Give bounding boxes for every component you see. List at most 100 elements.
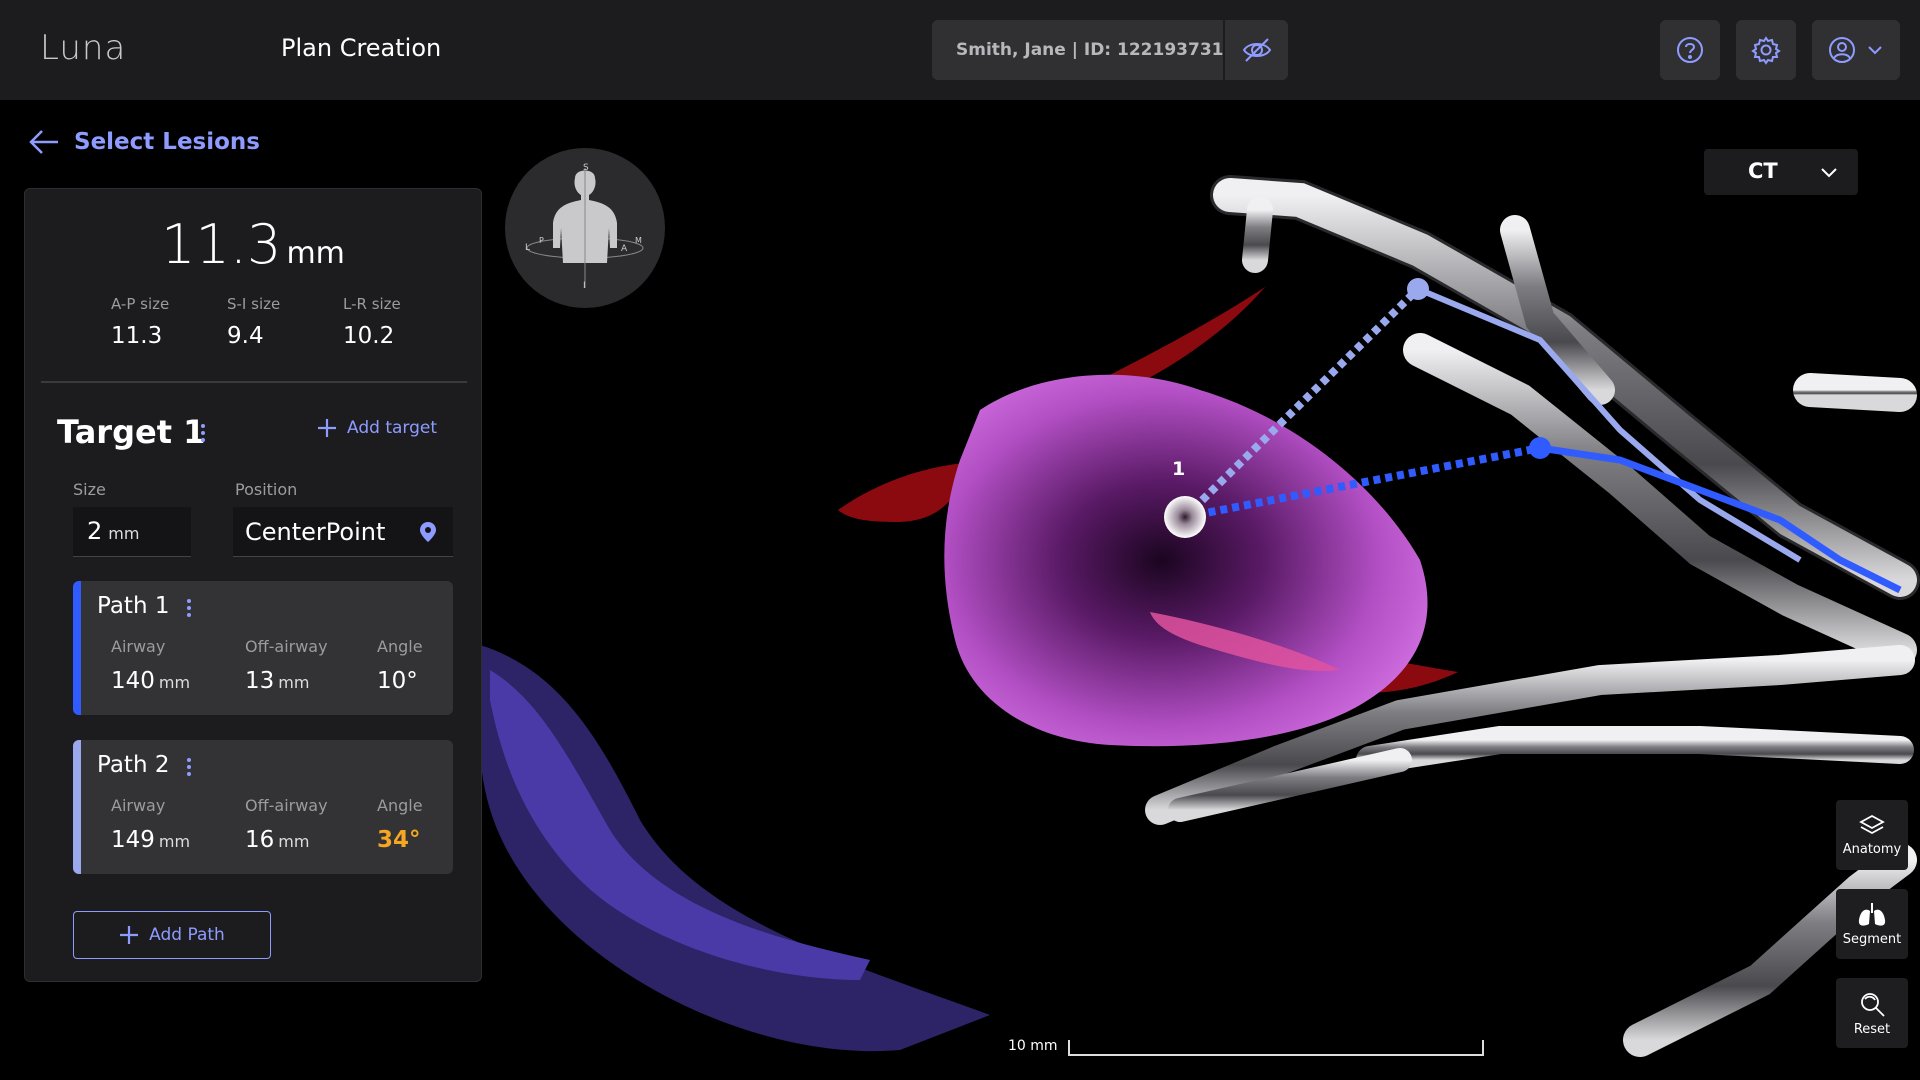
lungs-icon xyxy=(1858,902,1886,926)
settings-button[interactable] xyxy=(1736,20,1796,80)
anatomy-button[interactable]: Anatomy xyxy=(1836,800,1908,870)
app-logo: Luna xyxy=(40,28,127,68)
off-airway-value: 13 xyxy=(245,668,275,694)
reset-label: Reset xyxy=(1853,1021,1891,1037)
orient-a-label: A xyxy=(621,244,628,254)
add-path-button[interactable]: Add Path xyxy=(73,911,271,959)
lesion-panel: 11.3 mm A-P size 11.3 S-I size 9.4 L-R s… xyxy=(24,188,482,982)
segment-label: Segment xyxy=(1842,931,1902,947)
ap-size-label: A-P size xyxy=(111,295,170,313)
help-icon xyxy=(1677,37,1703,63)
si-size-label: S-I size xyxy=(227,295,281,313)
chevron-down-icon xyxy=(1821,168,1837,178)
off-airway-unit: mm xyxy=(278,832,310,851)
lesion-number-label: 1 xyxy=(1172,458,1186,480)
arrow-left-icon xyxy=(29,130,58,154)
angle-value-warning: 34° xyxy=(377,827,421,853)
target-size-unit: mm xyxy=(108,524,140,543)
size-field-label: Size xyxy=(73,480,106,499)
plus-icon xyxy=(318,419,336,437)
reset-zoom-icon xyxy=(1861,992,1885,1017)
location-pin-icon xyxy=(420,521,436,542)
airway-value: 140 xyxy=(111,668,155,694)
path-title: Path 2 xyxy=(97,752,170,778)
path-card-2[interactable]: Path 2 Airway 149 mm Off-airway 16 mm Angl… xyxy=(73,740,453,874)
gear-icon xyxy=(1751,36,1781,65)
off-airway-metric: Off-airway 16 mm xyxy=(245,796,328,853)
back-to-select-lesions[interactable]: Select Lesions xyxy=(28,128,260,156)
angle-label: Angle xyxy=(377,796,423,815)
target-size-value: 2 xyxy=(87,517,103,545)
user-menu-button[interactable] xyxy=(1812,20,1900,80)
patient-name-id: Smith, Jane | ID: 122193731 xyxy=(956,40,1224,60)
target-size-input[interactable]: 2 mm xyxy=(73,507,191,557)
anatomy-label: Anatomy xyxy=(1842,841,1902,857)
scale-label: 10 mm xyxy=(1008,1038,1058,1054)
hide-patient-button[interactable] xyxy=(1225,20,1288,80)
back-label: Select Lesions xyxy=(74,129,260,155)
airway-metric: Airway 149 mm xyxy=(111,796,190,853)
off-airway-label: Off-airway xyxy=(245,637,328,656)
path-menu-icon[interactable] xyxy=(183,758,195,776)
angle-value: 10° xyxy=(377,668,418,694)
angle-label: Angle xyxy=(377,637,423,656)
orient-p-label: P xyxy=(539,236,544,245)
user-icon xyxy=(1829,37,1855,63)
target-position-value: CenterPoint xyxy=(245,517,386,546)
segment-button[interactable]: Segment xyxy=(1836,889,1908,959)
orient-i-label: I xyxy=(583,281,586,291)
ap-size: A-P size 11.3 xyxy=(111,295,169,349)
path-color-bar xyxy=(73,740,81,874)
purple-structure xyxy=(480,645,990,1052)
airway-unit: mm xyxy=(158,832,191,851)
airway-label: Airway xyxy=(111,637,166,656)
off-airway-metric: Off-airway 13 mm xyxy=(245,637,328,694)
help-button[interactable] xyxy=(1660,20,1720,80)
target-marker[interactable] xyxy=(1164,496,1206,538)
si-size-value: 9.4 xyxy=(227,323,264,349)
reset-button[interactable]: Reset xyxy=(1836,978,1908,1048)
eye-off-icon xyxy=(1242,38,1271,62)
lr-size-value: 10.2 xyxy=(343,323,395,349)
target-menu-icon[interactable] xyxy=(197,424,209,442)
chevron-down-icon xyxy=(1868,46,1882,55)
scale-bar xyxy=(1068,1040,1484,1056)
orient-s-label: S xyxy=(583,163,589,173)
position-field-label: Position xyxy=(235,480,298,499)
off-airway-label: Off-airway xyxy=(245,796,328,815)
airway-label: Airway xyxy=(111,796,166,815)
lesion-size: 11.3 mm xyxy=(25,213,481,276)
orient-m-label: M xyxy=(635,236,642,245)
path-card-1[interactable]: Path 1 Airway 140 mm Off-airway 13 mm Angl… xyxy=(73,581,453,715)
orient-l-label: L xyxy=(525,243,530,253)
angle-metric: Angle 34° xyxy=(377,796,423,853)
path-color-bar xyxy=(73,581,81,715)
divider xyxy=(41,381,467,383)
lr-size-label: L-R size xyxy=(343,295,401,313)
patient-info: Smith, Jane | ID: 122193731 xyxy=(932,20,1288,80)
target-position-select[interactable]: CenterPoint xyxy=(233,507,453,557)
lr-size: L-R size 10.2 xyxy=(343,295,401,349)
view-mode-dropdown[interactable]: CT xyxy=(1704,149,1858,195)
lesion-mesh[interactable] xyxy=(944,374,1428,747)
add-target-label: Add target xyxy=(347,418,438,438)
view-mode-label: CT xyxy=(1748,159,1778,183)
airway-unit: mm xyxy=(158,673,191,692)
layers-icon xyxy=(1859,814,1885,834)
ap-size-value: 11.3 xyxy=(111,323,163,349)
off-airway-unit: mm xyxy=(278,673,310,692)
plus-icon xyxy=(120,926,139,944)
lesion-size-value: 11.3 xyxy=(161,213,282,276)
torso-orientation-icon: S I L P A M xyxy=(525,163,644,291)
add-target-button[interactable]: Add target xyxy=(317,418,437,438)
page-title: Plan Creation xyxy=(281,34,442,62)
lesion-size-unit: mm xyxy=(286,236,345,271)
path-menu-icon[interactable] xyxy=(183,599,195,617)
top-bar: Luna Plan Creation Smith, Jane | ID: 122… xyxy=(0,0,1920,100)
orientation-widget[interactable]: S I L P A M xyxy=(505,148,665,308)
off-airway-value: 16 xyxy=(245,827,275,853)
target-title: Target 1 xyxy=(57,413,206,451)
airway-metric: Airway 140 mm xyxy=(111,637,190,694)
si-size: S-I size 9.4 xyxy=(227,295,280,349)
add-path-label: Add Path xyxy=(149,925,225,945)
